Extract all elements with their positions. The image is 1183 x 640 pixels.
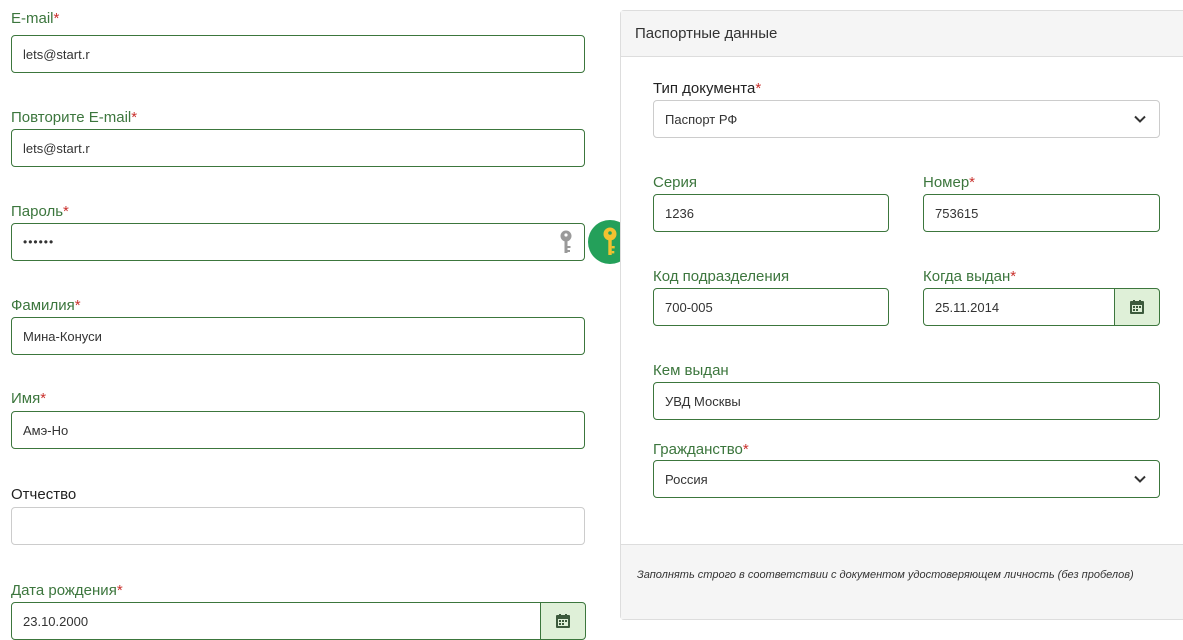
first-name-value: Амэ-Но xyxy=(23,422,69,438)
issued-by-value: УВД Москвы xyxy=(665,393,741,409)
issued-by-label: Кем выдан xyxy=(653,362,729,379)
first-name-field[interactable]: Амэ-Но xyxy=(11,411,585,449)
issue-date-field[interactable]: 25.11.2014 xyxy=(923,288,1115,326)
citizenship-select[interactable]: Россия xyxy=(653,460,1160,498)
birth-date-label: Дата рождения* xyxy=(11,582,123,599)
chevron-down-icon xyxy=(1132,471,1148,487)
last-name-value: Мина-Конуси xyxy=(23,328,102,344)
email-label: E-mail* xyxy=(11,10,60,27)
doc-type-select[interactable]: Паспорт РФ xyxy=(653,100,1160,138)
series-value: 1236 xyxy=(665,205,694,221)
series-field[interactable]: 1236 xyxy=(653,194,889,232)
panel-footer-note: Заполнять строго в соответствии с докуме… xyxy=(621,544,1183,619)
password-value: •••••• xyxy=(23,235,55,249)
citizenship-label: Гражданство* xyxy=(653,441,749,458)
citizenship-value: Россия xyxy=(665,471,708,487)
birth-date-calendar-button[interactable] xyxy=(540,602,586,640)
password-field[interactable]: •••••• xyxy=(11,223,585,261)
dept-code-value: 700-005 xyxy=(665,299,713,315)
patronymic-field[interactable] xyxy=(11,507,585,545)
email-value: lets@start.r xyxy=(23,46,90,62)
patronymic-label: Отчество xyxy=(11,486,77,503)
password-label: Пароль* xyxy=(11,203,69,220)
last-name-label: Фамилия* xyxy=(11,297,81,314)
calendar-icon xyxy=(1130,300,1144,314)
issue-date-calendar-button[interactable] xyxy=(1114,288,1160,326)
issued-by-field[interactable]: УВД Москвы xyxy=(653,382,1160,420)
dept-code-field[interactable]: 700-005 xyxy=(653,288,889,326)
email-field[interactable]: lets@start.r xyxy=(11,35,585,73)
number-label: Номер* xyxy=(923,174,976,191)
email-repeat-value: lets@start.r xyxy=(23,140,90,156)
key-icon[interactable] xyxy=(559,230,573,254)
email-repeat-field[interactable]: lets@start.r xyxy=(11,129,585,167)
dept-code-label: Код подразделения xyxy=(653,268,790,285)
issue-date-value: 25.11.2014 xyxy=(935,299,1000,315)
issue-date-label: Когда выдан* xyxy=(923,268,1017,285)
email-repeat-label: Повторите E-mail* xyxy=(11,109,138,126)
number-field[interactable]: 753615 xyxy=(923,194,1160,232)
first-name-label: Имя* xyxy=(11,390,47,407)
birth-date-field[interactable]: 23.10.2000 xyxy=(11,602,541,640)
doc-type-label: Тип документа* xyxy=(653,80,762,97)
panel-title: Паспортные данные xyxy=(621,11,1183,57)
birth-date-value: 23.10.2000 xyxy=(23,613,89,629)
chevron-down-icon xyxy=(1132,111,1148,127)
number-value: 753615 xyxy=(935,205,979,221)
last-name-field[interactable]: Мина-Конуси xyxy=(11,317,585,355)
doc-type-value: Паспорт РФ xyxy=(665,111,738,127)
key-icon xyxy=(602,227,618,257)
series-label: Серия xyxy=(653,174,698,191)
calendar-icon xyxy=(556,614,570,628)
